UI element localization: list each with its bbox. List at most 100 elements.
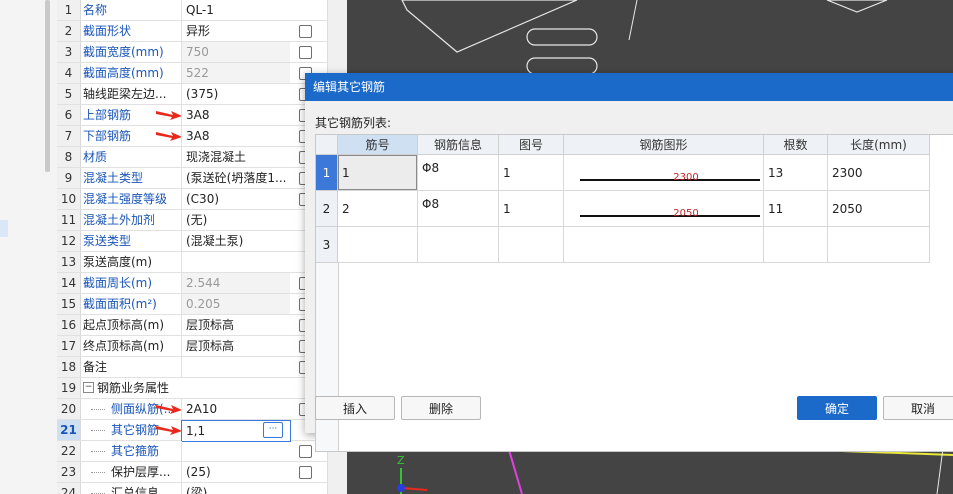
property-name: 备注	[83, 360, 108, 374]
property-name: 其它箍筋	[111, 444, 160, 458]
left-panel-scrollbar[interactable]	[45, 0, 50, 172]
property-row[interactable]: 14 截面周长(m) 2.544	[57, 273, 327, 294]
table-row-header[interactable]: 2	[316, 191, 338, 227]
property-row-number: 20	[57, 399, 81, 419]
property-row[interactable]: 15 截面面积(m²) 0.205	[57, 294, 327, 315]
property-value[interactable]: (C30)	[181, 189, 290, 209]
table-cell-bar-no[interactable]: 2	[338, 191, 418, 227]
property-row[interactable]: 10 混凝土强度等级 (C30)	[57, 189, 327, 210]
table-cell-length[interactable]: 2300	[828, 155, 930, 191]
property-row[interactable]: 20 侧面纵筋(... 2A10	[57, 399, 327, 420]
table-cell-length[interactable]: 2050	[828, 191, 930, 227]
property-value[interactable]	[181, 357, 290, 377]
property-row[interactable]: 24 汇总信息 (梁)	[57, 483, 327, 494]
property-row[interactable]: 12 泵送类型 (混凝土泵)	[57, 231, 327, 252]
property-value[interactable]: (25)	[181, 462, 290, 482]
property-row-number: 21	[57, 420, 81, 440]
property-row-number: 14	[57, 273, 81, 293]
property-value[interactable]: (无)	[181, 210, 290, 230]
table-row-header[interactable]: 3	[316, 227, 338, 263]
property-checkbox[interactable]	[299, 466, 312, 479]
table-cell-fig-no[interactable]: 1	[499, 191, 564, 227]
property-row[interactable]: 4 截面高度(mm) 522	[57, 63, 327, 84]
property-row[interactable]: 3 截面宽度(mm) 750	[57, 42, 327, 63]
property-row[interactable]: 17 终点顶标高(m) 层顶标高	[57, 336, 327, 357]
table-cell-shape[interactable]	[564, 227, 764, 263]
property-row-number: 8	[57, 147, 81, 167]
table-cell-fig-no[interactable]	[499, 227, 564, 263]
table-column-header[interactable]: 长度(mm)	[828, 135, 930, 155]
annotation-arrow-icon	[156, 132, 181, 141]
property-row[interactable]: 23 保护层厚... (25)	[57, 462, 327, 483]
property-row[interactable]: 18 备注	[57, 357, 327, 378]
property-value[interactable]: 层顶标高	[181, 336, 290, 356]
collapse-toggle-icon[interactable]: −	[83, 382, 94, 393]
property-row[interactable]: 11 混凝土外加剂 (无)	[57, 210, 327, 231]
table-cell-count[interactable]: 11	[764, 191, 828, 227]
annotation-arrow-icon	[156, 405, 181, 414]
property-row[interactable]: 7 下部钢筋 3A8	[57, 126, 327, 147]
table-cell-count[interactable]: 13	[764, 155, 828, 191]
property-name: 钢筋业务属性	[97, 381, 170, 395]
property-value[interactable]: (泵送砼(坍落度1...	[181, 168, 290, 188]
property-value[interactable]	[181, 441, 290, 461]
property-row[interactable]: 13 泵送高度(m)	[57, 252, 327, 273]
property-value[interactable]: QL-1	[181, 0, 290, 20]
property-row[interactable]: 21 其它钢筋 1,1 ···	[57, 420, 327, 442]
property-value[interactable]: 3A8	[181, 126, 290, 146]
property-value[interactable]: 现浇混凝土	[181, 147, 290, 167]
cancel-button[interactable]: 取消	[883, 396, 953, 420]
property-row-number: 12	[57, 231, 81, 251]
property-row[interactable]: 5 轴线距梁左边... (375)	[57, 84, 327, 105]
property-row[interactable]: 16 起点顶标高(m) 层顶标高	[57, 315, 327, 336]
property-checkbox[interactable]	[299, 46, 312, 59]
ellipsis-button[interactable]: ···	[263, 422, 283, 438]
table-cell-length[interactable]	[828, 227, 930, 263]
table-cell-bar-info[interactable]	[418, 227, 499, 263]
property-checkbox[interactable]	[299, 25, 312, 38]
table-cell-shape[interactable]: 2050	[564, 191, 764, 227]
rebar-shape-line: 2300	[580, 172, 760, 183]
property-row[interactable]: 9 混凝土类型 (泵送砼(坍落度1...	[57, 168, 327, 189]
table-column-header[interactable]: 钢筋图形	[564, 135, 764, 155]
property-row-number: 3	[57, 42, 81, 62]
insert-button[interactable]: 插入	[315, 396, 395, 420]
table-column-header[interactable]: 图号	[499, 135, 564, 155]
table-column-header[interactable]: 根数	[764, 135, 828, 155]
table-cell-bar-info[interactable]: Φ8	[418, 155, 499, 191]
ok-button[interactable]: 确定	[797, 396, 877, 420]
property-value[interactable]: 3A8	[181, 105, 290, 125]
property-name: 起点顶标高(m)	[83, 318, 165, 332]
table-cell-bar-info[interactable]: Φ8	[418, 191, 499, 227]
property-row[interactable]: 1 名称 QL-1	[57, 0, 327, 21]
table-cell-shape[interactable]: 2300	[564, 155, 764, 191]
property-row[interactable]: 19− 钢筋业务属性	[57, 378, 327, 399]
property-value[interactable]: (375)	[181, 84, 290, 104]
property-value[interactable]: 522	[181, 63, 290, 83]
table-cell-count[interactable]	[764, 227, 828, 263]
property-value[interactable]: 750	[181, 42, 290, 62]
property-name: 泵送高度(m)	[83, 255, 153, 269]
property-value[interactable]: 0.205	[181, 294, 290, 314]
property-row[interactable]: 8 材质 现浇混凝土	[57, 147, 327, 168]
table-column-header[interactable]: 钢筋信息	[418, 135, 499, 155]
property-value[interactable]: 2A10	[181, 399, 290, 419]
table-cell-bar-no[interactable]	[338, 227, 418, 263]
table-cell-bar-no[interactable]: 1	[338, 155, 418, 191]
tree-connector	[83, 462, 111, 482]
table-row-header[interactable]: 1	[316, 155, 338, 191]
property-row[interactable]: 6 上部钢筋 3A8	[57, 105, 327, 126]
table-column-header[interactable]: 筋号	[338, 135, 418, 155]
property-value[interactable]: 异形	[181, 21, 290, 41]
property-value-editor[interactable]: ···	[181, 420, 285, 440]
property-value[interactable]	[181, 252, 290, 272]
property-value[interactable]: (梁)	[181, 483, 290, 494]
property-value[interactable]: 2.544	[181, 273, 290, 293]
property-checkbox[interactable]	[299, 445, 312, 458]
delete-button[interactable]: 删除	[401, 396, 481, 420]
property-row[interactable]: 22 其它箍筋	[57, 441, 327, 462]
table-cell-fig-no[interactable]: 1	[499, 155, 564, 191]
property-value[interactable]: (混凝土泵)	[181, 231, 290, 251]
property-row[interactable]: 2 截面形状 异形	[57, 21, 327, 42]
property-value[interactable]: 层顶标高	[181, 315, 290, 335]
